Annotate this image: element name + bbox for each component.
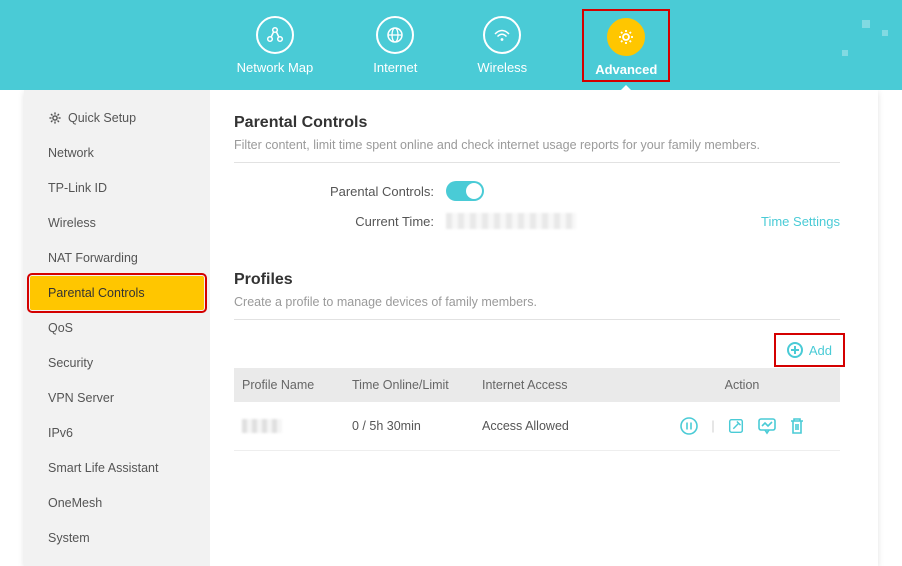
- parental-controls-toggle[interactable]: [446, 181, 484, 201]
- sidebar-item-label: NAT Forwarding: [48, 251, 138, 265]
- gear-icon: [607, 18, 645, 56]
- edit-icon[interactable]: [727, 417, 745, 435]
- sidebar-item-tplink-id[interactable]: TP-Link ID: [30, 171, 204, 205]
- nav-label: Internet: [373, 60, 417, 75]
- divider: [234, 162, 840, 163]
- top-nav: Network Map Internet Wireless Advanced: [0, 0, 902, 90]
- profile-name-value: [242, 419, 282, 433]
- page-desc: Filter content, limit time spent online …: [234, 138, 840, 152]
- table-row: 0 / 5h 30min Access Allowed |: [234, 402, 840, 451]
- sidebar-item-security[interactable]: Security: [30, 346, 204, 380]
- sidebar-item-label: Security: [48, 356, 93, 370]
- sidebar-item-smart-life[interactable]: Smart Life Assistant: [30, 451, 204, 485]
- nav-internet[interactable]: Internet: [373, 16, 417, 75]
- nav-label: Wireless: [477, 60, 527, 75]
- sidebar-item-system[interactable]: System: [30, 521, 204, 555]
- time-online-value: 0 / 5h 30min: [344, 402, 474, 451]
- sidebar-item-label: QoS: [48, 321, 73, 335]
- current-time-value: [446, 213, 576, 229]
- toggle-label: Parental Controls:: [234, 184, 434, 199]
- sidebar-item-label: VPN Server: [48, 391, 114, 405]
- sidebar-item-label: OneMesh: [48, 496, 102, 510]
- nav-network-map[interactable]: Network Map: [237, 16, 314, 75]
- nav-advanced[interactable]: Advanced: [587, 14, 665, 77]
- col-time: Time Online/Limit: [344, 368, 474, 402]
- time-settings-link[interactable]: Time Settings: [761, 214, 840, 229]
- wifi-icon: [483, 16, 521, 54]
- nav-wireless[interactable]: Wireless: [477, 16, 527, 75]
- profiles-desc: Create a profile to manage devices of fa…: [234, 295, 840, 309]
- main-panel: Parental Controls Filter content, limit …: [210, 90, 878, 566]
- add-label: Add: [809, 343, 832, 358]
- sidebar-item-label: IPv6: [48, 426, 73, 440]
- plus-icon: [787, 342, 803, 358]
- sidebar-item-label: System: [48, 531, 90, 545]
- sidebar-item-ipv6[interactable]: IPv6: [30, 416, 204, 450]
- time-label: Current Time:: [234, 214, 434, 229]
- current-time-row: Current Time: Time Settings: [234, 213, 840, 229]
- pause-icon[interactable]: [679, 416, 699, 436]
- profiles-table: Profile Name Time Online/Limit Internet …: [234, 368, 840, 451]
- active-tab-arrow: [614, 85, 638, 97]
- sidebar-item-parental-controls[interactable]: Parental Controls: [30, 276, 204, 310]
- trash-icon[interactable]: [789, 417, 805, 435]
- profiles-title: Profiles: [234, 271, 840, 289]
- parental-toggle-row: Parental Controls:: [234, 181, 840, 201]
- insights-icon[interactable]: [757, 417, 777, 435]
- gear-icon: [48, 111, 62, 125]
- add-profile-button[interactable]: Add: [779, 338, 840, 362]
- sidebar-item-onemesh[interactable]: OneMesh: [30, 486, 204, 520]
- sidebar-item-label: Quick Setup: [68, 111, 136, 125]
- sidebar-item-vpn-server[interactable]: VPN Server: [30, 381, 204, 415]
- internet-access-value: Access Allowed: [474, 402, 644, 451]
- sidebar-item-quick-setup[interactable]: Quick Setup: [30, 101, 204, 135]
- divider: [234, 319, 840, 320]
- content-container: Quick Setup Network TP-Link ID Wireless …: [24, 90, 878, 566]
- sidebar-item-nat-forwarding[interactable]: NAT Forwarding: [30, 241, 204, 275]
- sidebar: Quick Setup Network TP-Link ID Wireless …: [24, 90, 210, 566]
- network-map-icon: [256, 16, 294, 54]
- sidebar-item-label: Smart Life Assistant: [48, 461, 158, 475]
- col-profile-name: Profile Name: [234, 368, 344, 402]
- globe-icon: [376, 16, 414, 54]
- sidebar-item-network[interactable]: Network: [30, 136, 204, 170]
- sidebar-item-label: Network: [48, 146, 94, 160]
- sidebar-item-label: Parental Controls: [48, 286, 145, 300]
- col-access: Internet Access: [474, 368, 644, 402]
- sidebar-item-qos[interactable]: QoS: [30, 311, 204, 345]
- page-title: Parental Controls: [234, 114, 840, 132]
- col-action: Action: [644, 368, 840, 402]
- sidebar-item-label: Wireless: [48, 216, 96, 230]
- sidebar-item-label: TP-Link ID: [48, 181, 107, 195]
- nav-label: Advanced: [595, 62, 657, 77]
- sidebar-item-wireless[interactable]: Wireless: [30, 206, 204, 240]
- nav-label: Network Map: [237, 60, 314, 75]
